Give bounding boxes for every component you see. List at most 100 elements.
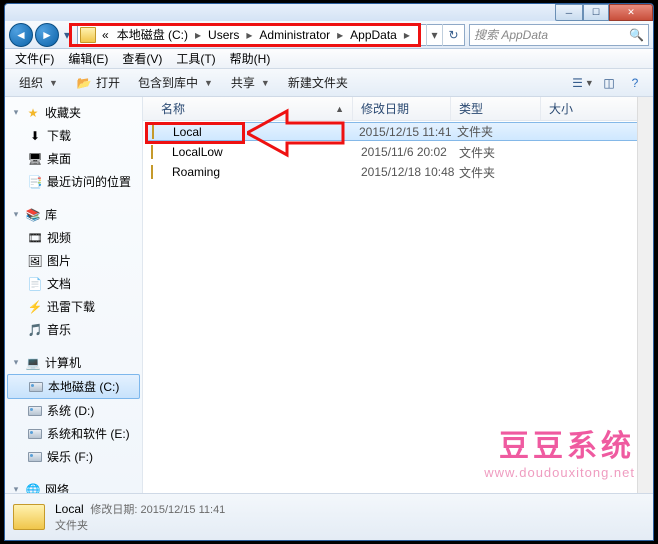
chevron-right-icon[interactable]: ▸	[192, 28, 204, 42]
tree-xunlei[interactable]: ⚡迅雷下载	[5, 295, 142, 318]
preview-pane-button[interactable]: ◫	[597, 72, 621, 94]
file-name: LocalLow	[172, 145, 223, 159]
folder-icon	[151, 165, 167, 179]
refresh-button[interactable]: ↻	[442, 24, 464, 46]
details-name: Local	[55, 502, 84, 516]
file-date: 2015/11/6 20:02	[361, 145, 459, 159]
toolbar: 组织▼ 📂打开 包含到库中▼ 共享▼ 新建文件夹 ☰▼ ◫ ?	[5, 69, 653, 97]
file-name: Local	[173, 125, 202, 139]
open-button[interactable]: 📂打开	[68, 71, 128, 94]
chevron-down-icon: ▼	[49, 78, 58, 88]
navigation-tree: ▾★收藏夹 ⬇下载 🖥桌面 📑最近访问的位置 ▾📚库 🎞视频 🖼图片 📄文档 ⚡…	[5, 97, 143, 493]
chevron-down-icon: ▾	[11, 357, 21, 368]
vertical-scrollbar[interactable]	[637, 97, 653, 493]
menu-view[interactable]: 查看(V)	[116, 48, 168, 69]
maximize-button[interactable]: ☐	[583, 4, 609, 21]
chevron-down-icon: ▾	[11, 484, 21, 493]
menu-file[interactable]: 文件(F)	[9, 48, 60, 69]
drive-icon	[29, 382, 43, 392]
tree-pictures[interactable]: 🖼图片	[5, 249, 142, 272]
tree-drive-f[interactable]: 娱乐 (F:)	[5, 445, 142, 468]
file-date: 2015/12/18 10:48	[361, 165, 459, 179]
folder-icon	[80, 27, 96, 43]
picture-icon: 🖼	[27, 254, 43, 268]
file-type: 文件夹	[457, 123, 547, 140]
star-icon: ★	[25, 106, 41, 120]
close-button[interactable]: ✕	[609, 4, 653, 21]
breadcrumb-admin[interactable]: Administrator	[255, 25, 334, 45]
folder-icon	[13, 504, 45, 530]
back-button[interactable]: ◄	[9, 23, 33, 47]
forward-button[interactable]: ►	[35, 23, 59, 47]
tree-downloads[interactable]: ⬇下载	[5, 124, 142, 147]
tree-drive-c[interactable]: 本地磁盘 (C:)	[7, 374, 140, 399]
chevron-right-icon[interactable]: ▸	[334, 28, 346, 42]
tree-favorites[interactable]: ▾★收藏夹	[5, 101, 142, 124]
tree-drive-e[interactable]: 系统和软件 (E:)	[5, 422, 142, 445]
organize-button[interactable]: 组织▼	[11, 71, 66, 94]
folder-icon	[151, 145, 167, 159]
newfolder-button[interactable]: 新建文件夹	[280, 71, 356, 94]
titlebar: ─ ☐ ✕	[5, 4, 653, 21]
include-button[interactable]: 包含到库中▼	[130, 71, 221, 94]
nav-history-chevron-icon[interactable]: ▾	[61, 25, 73, 45]
help-button[interactable]: ?	[623, 72, 647, 94]
tree-documents[interactable]: 📄文档	[5, 272, 142, 295]
folder-icon	[152, 125, 168, 139]
view-mode-button[interactable]: ☰▼	[571, 72, 595, 94]
chevron-right-icon[interactable]: ▸	[243, 28, 255, 42]
file-row[interactable]: Local 2015/12/15 11:41文件夹	[146, 122, 650, 141]
share-button[interactable]: 共享▼	[223, 71, 278, 94]
menu-tools[interactable]: 工具(T)	[170, 48, 221, 69]
sort-asc-icon: ▲	[335, 104, 344, 114]
address-bar[interactable]: « 本地磁盘 (C:) ▸ Users ▸ Administrator ▸ Ap…	[77, 24, 465, 46]
drive-icon	[28, 429, 42, 439]
details-pane: Local 修改日期: 2015/12/15 11:41 文件夹	[5, 493, 653, 540]
chevron-down-icon: ▾	[11, 209, 21, 220]
col-name[interactable]: 名称▲	[143, 97, 353, 120]
tree-videos[interactable]: 🎞视频	[5, 226, 142, 249]
col-type[interactable]: 类型	[451, 97, 541, 120]
minimize-button[interactable]: ─	[555, 4, 583, 21]
tree-network[interactable]: ▾🌐网络	[5, 478, 142, 493]
address-dropdown-icon[interactable]: ▾	[426, 24, 442, 46]
drive-icon	[28, 452, 42, 462]
tree-recent[interactable]: 📑最近访问的位置	[5, 170, 142, 193]
search-icon: 🔍	[629, 28, 644, 42]
chevron-right-icon[interactable]: ▸	[401, 28, 413, 42]
recent-icon: 📑	[27, 175, 43, 189]
library-icon: 📚	[25, 208, 41, 222]
menu-help[interactable]: 帮助(H)	[224, 48, 277, 69]
tree-desktop[interactable]: 🖥桌面	[5, 147, 142, 170]
chevron-down-icon: ▼	[261, 78, 270, 88]
document-icon: 📄	[27, 277, 43, 291]
file-row[interactable]: Roaming2015/12/18 10:48文件夹	[143, 162, 653, 182]
network-icon: 🌐	[25, 483, 41, 494]
search-input[interactable]: 搜索 AppData 🔍	[469, 24, 649, 46]
search-placeholder: 搜索 AppData	[474, 26, 548, 43]
chevron-down-icon: ▼	[204, 78, 213, 88]
xunlei-icon: ⚡	[27, 300, 43, 314]
nav-bar: ◄ ► ▾ « 本地磁盘 (C:) ▸ Users ▸ Administrato…	[5, 21, 653, 49]
breadcrumb-drive[interactable]: 本地磁盘 (C:)	[113, 25, 192, 45]
file-list: 名称▲ 修改日期 类型 大小 Local2015/12/15 11:41文件夹L…	[143, 97, 653, 493]
col-date[interactable]: 修改日期	[353, 97, 451, 120]
drive-icon	[28, 406, 42, 416]
file-row[interactable]: LocalLow2015/11/6 20:02文件夹	[143, 142, 653, 162]
chevron-down-icon: ▾	[11, 107, 21, 118]
breadcrumb-appdata[interactable]: AppData	[346, 25, 401, 45]
tree-computer[interactable]: ▾💻计算机	[5, 351, 142, 374]
file-type: 文件夹	[459, 164, 549, 181]
tree-drive-d[interactable]: 系统 (D:)	[5, 399, 142, 422]
list-body: Local2015/12/15 11:41文件夹LocalLow2015/11/…	[143, 121, 653, 493]
tree-libraries[interactable]: ▾📚库	[5, 203, 142, 226]
computer-icon: 💻	[25, 356, 41, 370]
breadcrumb-users[interactable]: Users	[204, 25, 243, 45]
content-area: ▾★收藏夹 ⬇下载 🖥桌面 📑最近访问的位置 ▾📚库 🎞视频 🖼图片 📄文档 ⚡…	[5, 97, 653, 493]
file-date: 2015/12/15 11:41	[359, 125, 457, 139]
breadcrumb-prefix[interactable]: «	[98, 25, 113, 45]
details-type: 文件夹	[55, 517, 225, 533]
tree-music[interactable]: 🎵音乐	[5, 318, 142, 341]
explorer-window: ─ ☐ ✕ ◄ ► ▾ « 本地磁盘 (C:) ▸ Users ▸ Admini…	[4, 3, 654, 541]
menu-edit[interactable]: 编辑(E)	[62, 48, 114, 69]
